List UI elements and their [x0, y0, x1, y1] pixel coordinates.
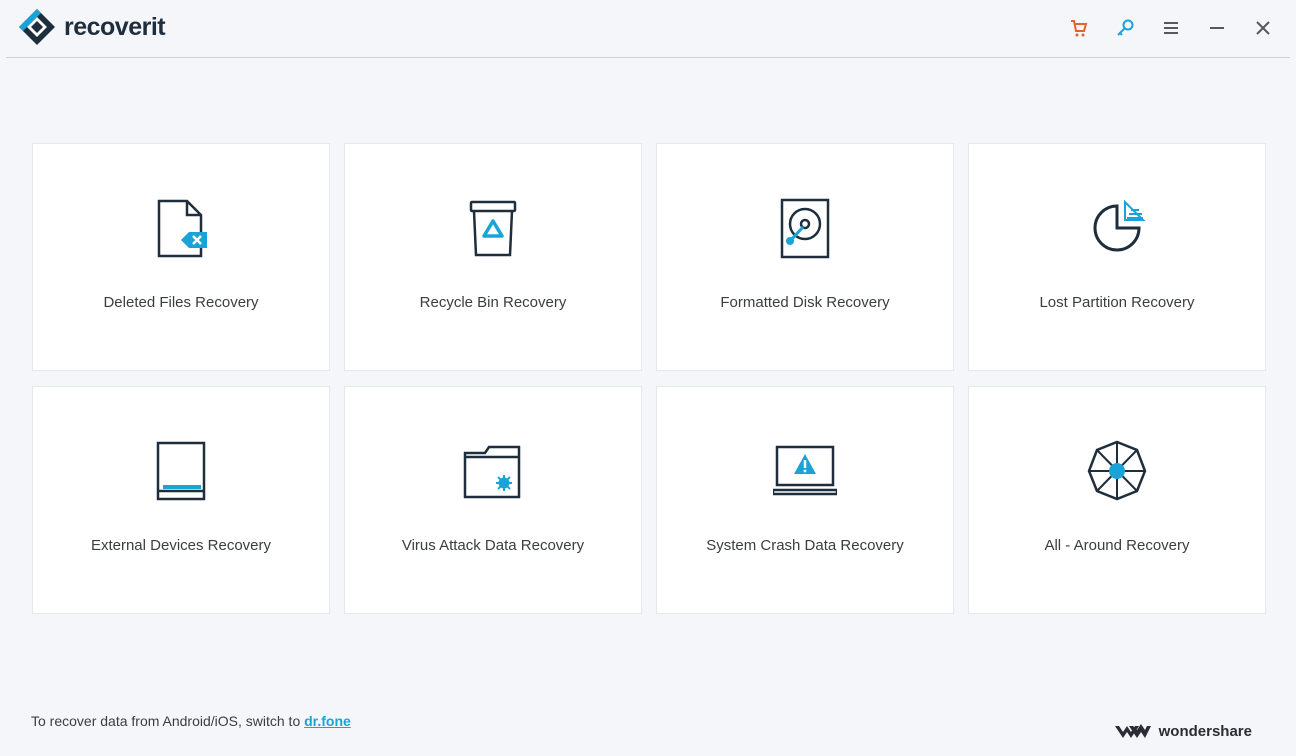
- recovery-mode-grid: Deleted Files Recovery Recycle Bin Recov…: [32, 143, 1266, 614]
- deleted-file-icon: [157, 199, 207, 258]
- card-label: Lost Partition Recovery: [1039, 294, 1195, 311]
- menu-icon: [1164, 22, 1178, 34]
- card-label: Recycle Bin Recovery: [419, 294, 567, 311]
- title-divider: [6, 57, 1290, 58]
- key-button[interactable]: [1102, 15, 1148, 41]
- cart-icon: [1071, 20, 1088, 37]
- card-deleted-files-recovery[interactable]: Deleted Files Recovery: [32, 143, 330, 371]
- card-all-around-recovery[interactable]: All - Around Recovery: [968, 386, 1266, 614]
- virus-folder-icon: [463, 445, 521, 499]
- partition-pie-icon: [1093, 199, 1146, 252]
- hard-disk-icon: [780, 198, 830, 259]
- card-virus-attack-data-recovery[interactable]: Virus Attack Data Recovery: [344, 386, 642, 614]
- brand-name: wondershare: [1158, 722, 1252, 740]
- minimize-icon: [1210, 27, 1224, 29]
- app-name: recoverit: [64, 12, 166, 41]
- title-bar: recoverit: [0, 0, 1296, 58]
- card-label: All - Around Recovery: [1044, 537, 1190, 554]
- all-around-wheel-icon: [1087, 440, 1147, 501]
- card-label: Deleted Files Recovery: [103, 294, 259, 311]
- menu-button[interactable]: [1148, 15, 1194, 41]
- crashed-laptop-icon: [773, 445, 837, 496]
- app-logo: recoverit: [19, 9, 166, 45]
- card-formatted-disk-recovery[interactable]: Formatted Disk Recovery: [656, 143, 954, 371]
- card-label: External Devices Recovery: [90, 537, 272, 554]
- close-icon: [1256, 21, 1270, 35]
- window-controls: [1056, 15, 1286, 41]
- wondershare-logo-icon: [1114, 724, 1151, 738]
- recoverit-logo-icon: [19, 9, 55, 45]
- close-button[interactable]: [1240, 15, 1286, 41]
- card-label: System Crash Data Recovery: [706, 537, 904, 554]
- card-system-crash-data-recovery[interactable]: System Crash Data Recovery: [656, 386, 954, 614]
- minimize-button[interactable]: [1194, 15, 1240, 41]
- footer-text: To recover data from Android/iOS, switch…: [31, 713, 305, 729]
- recycle-bin-icon: [469, 200, 517, 257]
- cart-button[interactable]: [1056, 15, 1102, 41]
- card-lost-partition-recovery[interactable]: Lost Partition Recovery: [968, 143, 1266, 371]
- footer-switch-text: To recover data from Android/iOS, switch…: [31, 713, 351, 729]
- external-drive-icon: [156, 441, 206, 501]
- card-external-devices-recovery[interactable]: External Devices Recovery: [32, 386, 330, 614]
- card-label: Formatted Disk Recovery: [720, 294, 890, 311]
- card-label: Virus Attack Data Recovery: [401, 537, 585, 554]
- key-icon: [1117, 19, 1134, 36]
- wondershare-brand: wondershare: [1114, 722, 1252, 740]
- card-recycle-bin-recovery[interactable]: Recycle Bin Recovery: [344, 143, 642, 371]
- drfone-link[interactable]: dr.fone: [304, 713, 351, 729]
